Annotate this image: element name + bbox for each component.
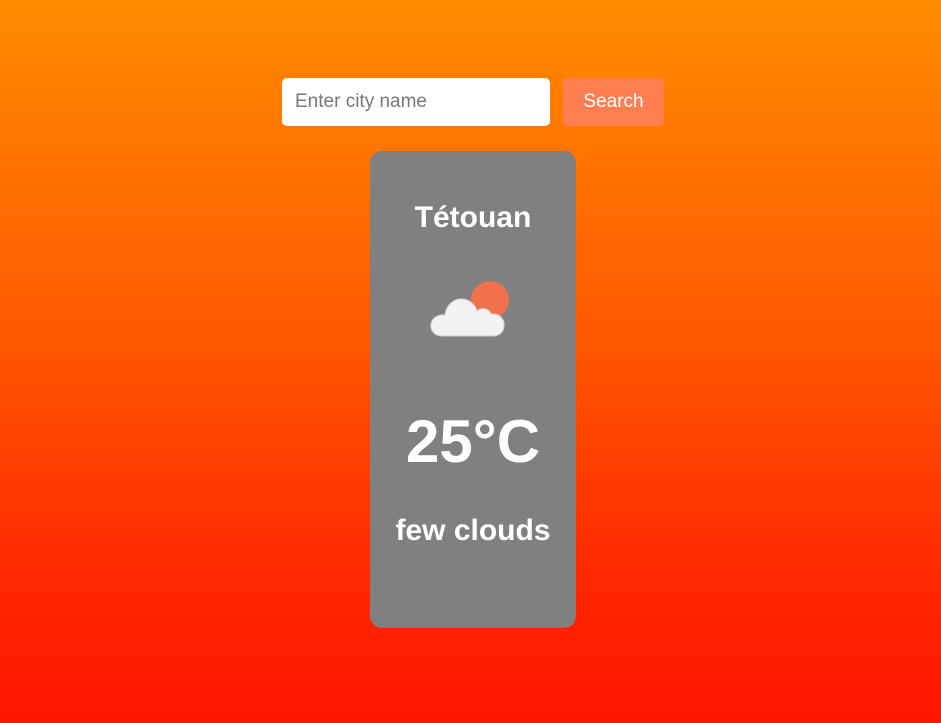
weather-description: few clouds xyxy=(395,514,551,547)
city-search-input[interactable] xyxy=(282,78,550,126)
search-bar: Search xyxy=(282,78,664,126)
city-name: Tétouan xyxy=(414,201,532,234)
few-clouds-icon xyxy=(430,281,509,337)
weather-card: Tétouan 25°C few clouds xyxy=(370,151,576,628)
temperature: 25°C xyxy=(405,408,541,475)
search-button[interactable]: Search xyxy=(563,78,664,126)
